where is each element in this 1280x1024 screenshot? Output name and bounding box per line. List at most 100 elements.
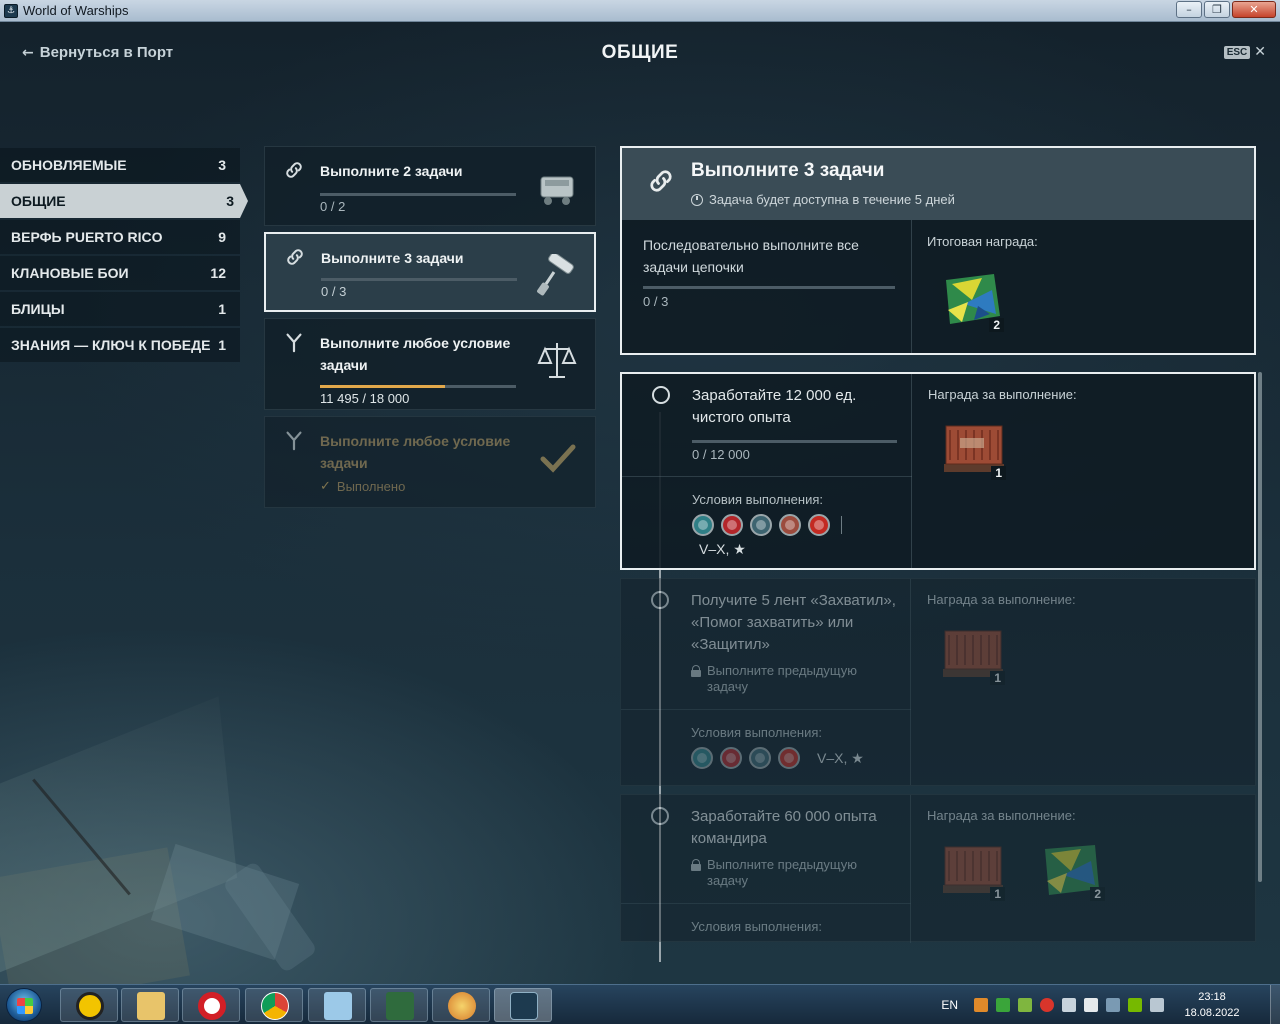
taskbar-app-button[interactable] [370,988,428,1022]
availability-text: Задача будет доступна в течение 5 дней [709,192,955,207]
minimize-button[interactable]: – [1176,1,1202,18]
task-card-locked[interactable]: Заработайте 60 000 опыта командира Выпол… [620,794,1256,943]
reward-quantity: 1 [991,466,1006,480]
sidebar-item-knowledge[interactable]: ЗНАНИЯ — КЛЮЧ К ПОБЕДЕ 1 [0,328,240,362]
conditions-label: Условия выполнения: [691,919,822,934]
divider [841,516,842,534]
sidebar-item-clan-battles[interactable]: КЛАНОВЫЕ БОИ 12 [0,256,240,290]
chain-progress-bar [321,278,517,281]
branch-icon [286,431,302,451]
container-reward[interactable]: 1 [940,420,1010,480]
chain-description: Последовательно выполните все задачи цеп… [643,237,859,275]
task-title: Заработайте 60 000 опыта командира [691,808,877,847]
camouflage-reward[interactable]: 2 [1039,841,1109,901]
chain-card[interactable]: Выполните любое условие задачи 11 495 / … [264,318,596,410]
flag-icon[interactable] [1084,998,1098,1012]
chain-detail-panel: Выполните 3 задачи Задача будет доступна… [620,146,1256,355]
sidebar-item-count: 3 [218,157,226,173]
sidebar-item-label: БЛИЦЫ [11,301,65,317]
checkmark-icon: ✓ [320,479,331,494]
nation-flag-icon[interactable] [720,747,742,769]
nation-flag-icon[interactable] [692,514,714,536]
show-desktop-button[interactable] [1270,985,1280,1024]
game-client: ← Вернуться в Порт ОБЩИЕ ESC ✕ ОБНОВЛЯЕМ… [0,22,1280,984]
launcher-icon [76,992,104,1020]
chain-progress-text: 0 / 2 [320,199,346,214]
nation-flag-icon[interactable] [808,514,830,536]
nation-flag-icon[interactable] [779,514,801,536]
chain-card-completed[interactable]: Выполните любое условие задачи ✓ Выполне… [264,416,596,508]
lock-icon [691,859,701,871]
chain-progress-bar [320,193,516,196]
reward-quantity: 1 [990,887,1005,901]
maximize-button[interactable]: ❐ [1204,1,1230,18]
task-title: Получите 5 лент «Захватил», «Помог захва… [691,592,896,653]
nation-flag-icon[interactable] [749,747,771,769]
checkmark-icon [540,444,576,473]
camouflage-reward[interactable]: 2 [942,270,1004,332]
sidebar-item-count: 3 [226,193,234,209]
nation-flag-icon[interactable] [750,514,772,536]
sidebar-item-label: КЛАНОВЫЕ БОИ [11,265,129,281]
chain-availability: Задача будет доступна в течение 5 дней [691,192,955,207]
lock-icon [691,665,701,677]
tray-app-icon[interactable] [1150,998,1164,1012]
container-reward[interactable]: 1 [939,625,1009,685]
sidebar-item-updatable[interactable]: ОБНОВЛЯЕМЫЕ 3 [0,148,240,182]
nation-flag-icon[interactable] [691,747,713,769]
task-card-current[interactable]: Заработайте 12 000 ед. чистого опыта 0 /… [620,372,1256,570]
divider [910,795,911,943]
divider [911,220,912,353]
final-reward-label: Итоговая награда: [927,234,1038,249]
taskbar-app-button[interactable] [182,988,240,1022]
volume-icon[interactable] [1062,998,1076,1012]
divider [621,709,911,710]
sidebar-item-puerto-rico[interactable]: ВЕРФЬ PUERTO RICO 9 [0,220,240,254]
sidebar-item-general[interactable]: ОБЩИЕ 3 [0,184,248,218]
network-icon[interactable] [1106,998,1120,1012]
taskbar-app-button[interactable] [308,988,366,1022]
app-icon: ⚓ [4,3,18,18]
taskbar-app-button-active[interactable] [494,988,552,1022]
taskbar-app-button[interactable] [60,988,118,1022]
task-reward-label: Награда за выполнение: [927,808,1076,823]
tray-app-icon[interactable] [1018,998,1032,1012]
task-list-scrollbar[interactable] [1258,372,1262,882]
system-clock[interactable]: 23:18 18.08.2022 [1172,989,1252,1021]
lock-text: Выполните предыдущую задачу [707,663,857,694]
chain-list: Выполните 2 задачи 0 / 2 Выполните 3 зад… [264,146,596,514]
nation-flag-icon[interactable] [778,747,800,769]
lock-text: Выполните предыдущую задачу [707,857,857,888]
window-titlebar: ⚓ World of Warships – ❐ ✕ [0,0,1280,22]
chain-title: Выполните 2 задачи [320,163,463,179]
task-progress-bar [692,440,897,443]
tray-app-icon[interactable] [1040,998,1054,1012]
chain-detail-progress-text: 0 / 3 [643,294,669,309]
sidebar-item-label: ОБНОВЛЯЕМЫЕ [11,157,127,173]
taskbar-app-button[interactable] [245,988,303,1022]
esc-close-button[interactable]: ESC ✕ [1223,44,1266,60]
task-reward-label: Награда за выполнение: [927,592,1076,607]
close-window-button[interactable]: ✕ [1232,1,1276,18]
task-status-circle [652,386,670,404]
task-card-locked[interactable]: Получите 5 лент «Захватил», «Помог захва… [620,578,1256,786]
chain-title: Выполните любое условие задачи [320,335,511,373]
taskbar-app-button[interactable] [432,988,490,1022]
start-button[interactable] [6,988,42,1022]
task-lock-notice: Выполните предыдущую задачу [691,663,901,695]
chain-progress-bar [320,385,516,388]
tray-app-icon[interactable] [996,998,1010,1012]
language-indicator[interactable]: EN [941,998,958,1012]
taskbar-app-button[interactable] [121,988,179,1022]
cart-icon [540,176,574,205]
chain-card-selected[interactable]: Выполните 3 задачи 0 / 3 [264,232,596,312]
conditions-label: Условия выполнения: [692,492,823,507]
container-reward[interactable]: 1 [939,841,1009,901]
nation-flag-icon[interactable] [721,514,743,536]
clock-date: 18.08.2022 [1184,1007,1240,1019]
tray-app-icon[interactable] [974,998,988,1012]
sidebar-item-blitz[interactable]: БЛИЦЫ 1 [0,292,240,326]
chain-card[interactable]: Выполните 2 задачи 0 / 2 [264,146,596,226]
nvidia-icon[interactable] [1128,998,1142,1012]
folder-icon [137,992,165,1020]
